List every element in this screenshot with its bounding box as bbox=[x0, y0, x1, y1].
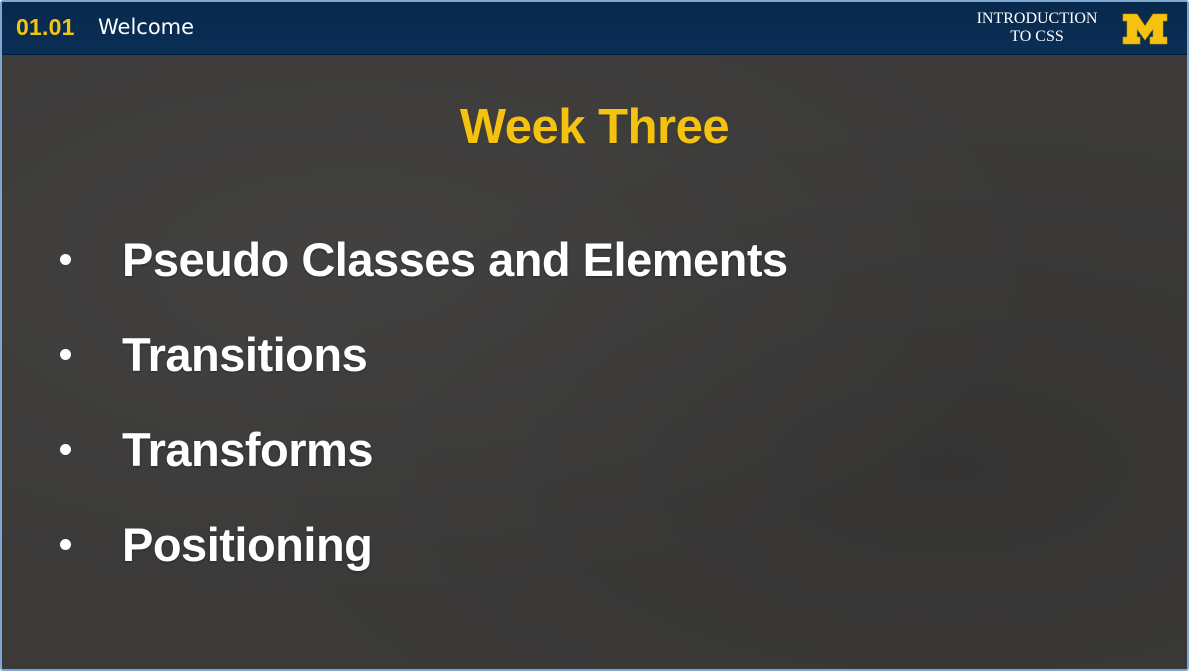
bullet-dot-icon bbox=[60, 349, 71, 360]
course-name-line2: TO CSS bbox=[1010, 28, 1064, 45]
bullet-dot-icon bbox=[60, 539, 71, 550]
slide-header-bar: 01.01 Welcome INTRODUCTION TO CSS bbox=[2, 2, 1187, 55]
bullet-dot-icon bbox=[60, 444, 71, 455]
bullet-dot-icon bbox=[60, 254, 71, 265]
course-name-line1: INTRODUCTION bbox=[976, 10, 1098, 27]
block-m-logo-icon bbox=[1122, 13, 1168, 45]
slide-title: Week Three bbox=[459, 100, 730, 154]
bullet-text: Transforms bbox=[122, 423, 373, 476]
course-name: INTRODUCTION TO CSS bbox=[962, 10, 1112, 46]
bullet-text: Positioning bbox=[122, 518, 373, 571]
slide-frame: 01.01 Welcome INTRODUCTION TO CSS Week T… bbox=[0, 0, 1189, 671]
bullet-text: Transitions bbox=[122, 328, 368, 381]
bullet-text: Pseudo Classes and Elements bbox=[122, 233, 788, 286]
lesson-title: Welcome bbox=[98, 15, 195, 39]
lesson-number: 01.01 bbox=[16, 14, 75, 40]
